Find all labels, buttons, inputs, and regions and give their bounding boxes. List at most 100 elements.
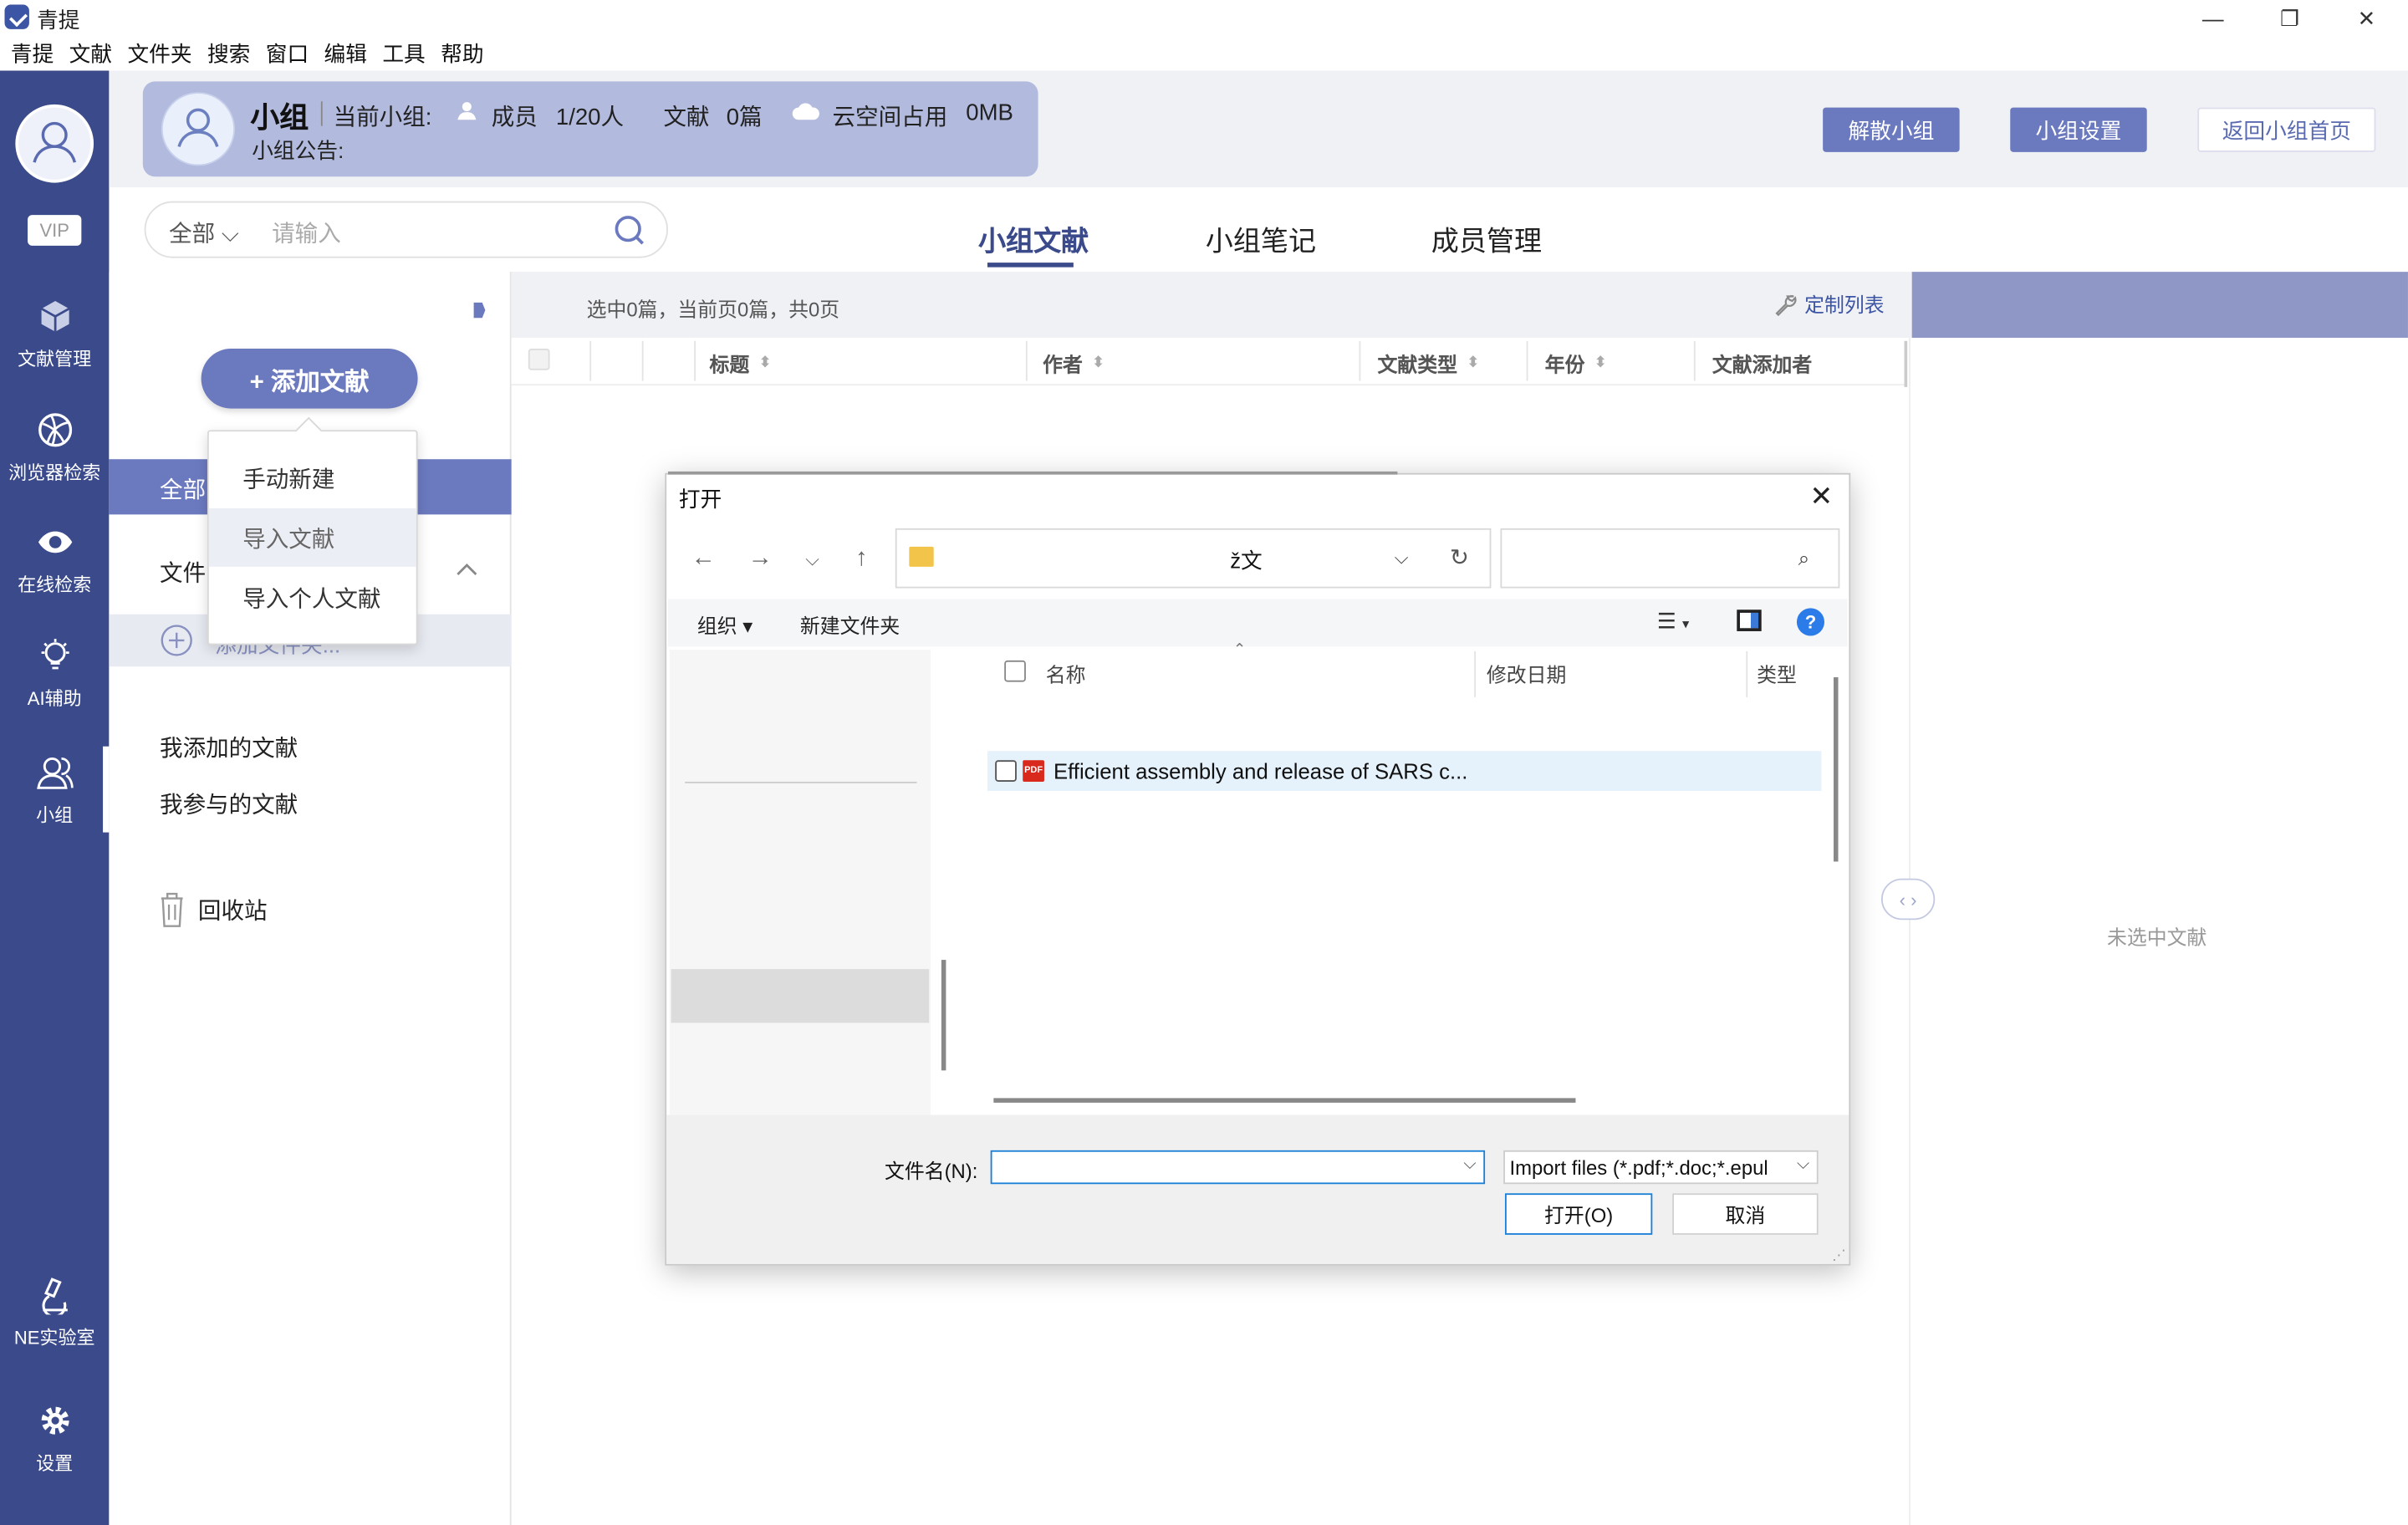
add-literature-button[interactable]: + 添加文献 <box>201 348 418 409</box>
column-divider <box>1693 340 1696 381</box>
group-settings-button[interactable]: 小组设置 <box>2010 107 2147 152</box>
chevron-down-icon[interactable]: ⌵ <box>1797 1155 1809 1175</box>
menu-item-folder[interactable]: 文件夹 <box>120 38 200 69</box>
select-all-checkbox[interactable] <box>528 348 550 370</box>
rail-item-group[interactable]: 小组 <box>0 752 109 860</box>
vip-badge[interactable]: VIP <box>28 215 82 246</box>
file-name: Efficient assembly and release of SARS c… <box>1053 758 1468 783</box>
menu-item-edit[interactable]: 编辑 <box>316 38 375 69</box>
menu-item-window[interactable]: 窗口 <box>258 38 317 69</box>
help-icon[interactable]: ? <box>1796 608 1824 636</box>
rail-label: 在线检索 <box>18 574 92 596</box>
rail-item-literature[interactable]: 文献管理 <box>0 297 109 405</box>
divider <box>320 101 323 126</box>
column-header-added-by[interactable]: 文献添加者 <box>1712 349 1812 378</box>
dialog-progress-line <box>667 471 1398 475</box>
dialog-title: 打开 <box>678 487 722 512</box>
view-options-icon[interactable]: ☰ ▾ <box>1657 608 1690 634</box>
rail-label: 浏览器检索 <box>8 462 101 484</box>
menu-item-manual-create[interactable]: 手动新建 <box>209 448 416 507</box>
menu-item-search[interactable]: 搜索 <box>200 38 258 69</box>
column-divider <box>641 340 644 381</box>
column-divider <box>1359 340 1361 381</box>
organize-menu[interactable]: 组织 ▾ <box>697 609 752 639</box>
column-header-modified[interactable]: 修改日期 <box>1487 659 1567 688</box>
rail-label: 小组 <box>36 804 74 827</box>
custom-list-button[interactable]: 定制列表 <box>1773 288 1885 318</box>
open-button[interactable]: 打开(O) <box>1504 1193 1653 1235</box>
file-checkbox[interactable] <box>995 760 1017 782</box>
sort-caret-icon: ⌃ <box>1232 641 1247 660</box>
column-header-title[interactable]: 标题 ⬍ <box>710 349 772 378</box>
members-label: 成员 <box>491 104 538 131</box>
panel-collapse-toggle[interactable]: ‹ › <box>1880 878 1936 921</box>
gear-icon <box>40 1406 69 1435</box>
menu-item-import-literature[interactable]: 导入文献 <box>208 508 416 567</box>
my-joined-literature-link[interactable]: 我参与的文献 <box>160 788 298 820</box>
column-divider <box>589 340 592 381</box>
column-header-doc-type[interactable]: 文献类型 ⬍ <box>1378 349 1480 378</box>
storage-label: 云空间占用 <box>832 104 948 131</box>
cloud-icon <box>791 101 822 121</box>
search-scope-dropdown[interactable]: 全部 ⌵ <box>169 217 239 249</box>
recent-dropdown-icon[interactable]: ⌵ <box>797 545 828 573</box>
menu-item-qingti[interactable]: 青提 <box>3 38 62 69</box>
rail-item-browser-search[interactable]: 浏览器检索 <box>0 410 109 518</box>
resize-grip-icon[interactable]: ⋰ <box>1832 1247 1847 1262</box>
column-label: 文献添加者 <box>1712 353 1813 377</box>
forward-arrow-icon[interactable]: → <box>745 545 776 573</box>
minimize-button[interactable]: — <box>2175 0 2252 37</box>
dissolve-group-button[interactable]: 解散小组 <box>1823 107 1960 152</box>
navigation-selected-item[interactable] <box>671 969 930 1023</box>
filetype-select[interactable]: Import files (*.pdf;*.doc;*.epul <box>1503 1150 1819 1185</box>
filename-input[interactable] <box>990 1150 1486 1185</box>
rail-item-ne-lab[interactable]: NE实验室 <box>0 1275 109 1383</box>
rail-item-settings[interactable]: 设置 <box>0 1400 109 1508</box>
cancel-button[interactable]: 取消 <box>1672 1193 1819 1235</box>
dialog-close-button[interactable]: ✕ <box>1806 480 1837 512</box>
maximize-button[interactable]: ❐ <box>2252 0 2329 37</box>
menu-item-help[interactable]: 帮助 <box>433 38 492 69</box>
column-header-type[interactable]: 类型 <box>1757 659 1797 688</box>
menu-item-tools[interactable]: 工具 <box>375 38 433 69</box>
rail-item-online-search[interactable]: 在线检索 <box>0 523 109 630</box>
menu-item-literature[interactable]: 文献 <box>61 38 120 69</box>
my-added-literature-link[interactable]: 我添加的文献 <box>160 731 298 763</box>
tab-group-docs[interactable]: 小组文献 <box>978 220 1089 260</box>
chevron-down-icon[interactable]: ⌵ <box>1395 547 1409 570</box>
new-folder-button[interactable]: 新建文件夹 <box>800 609 900 639</box>
back-arrow-icon[interactable]: ← <box>688 545 719 573</box>
trash-link[interactable]: 回收站 <box>198 894 268 926</box>
select-all-files-checkbox[interactable] <box>1004 660 1026 682</box>
search-icon[interactable] <box>613 213 646 247</box>
search-input[interactable]: 请输入 <box>272 217 341 249</box>
bulb-icon <box>40 639 69 670</box>
column-header-author[interactable]: 作者 ⬍ <box>1043 349 1105 378</box>
close-icon: ✕ <box>1809 480 1834 511</box>
menu-item-import-personal-literature[interactable]: 导入个人文献 <box>209 569 416 627</box>
user-avatar[interactable] <box>15 104 94 183</box>
chevron-down-icon[interactable]: ⌵ <box>1463 1155 1476 1175</box>
close-window-button[interactable]: ✕ <box>2328 0 2405 37</box>
group-avatar <box>161 92 236 166</box>
refresh-icon[interactable]: ↻ <box>1450 543 1469 571</box>
up-arrow-icon[interactable]: ↑ <box>846 545 877 573</box>
chevron-up-icon[interactable] <box>455 559 479 581</box>
column-label: 标题 <box>709 353 750 377</box>
dialog-search-input[interactable] <box>1500 528 1840 589</box>
tab-member-management[interactable]: 成员管理 <box>1431 220 1542 260</box>
scrollbar[interactable] <box>1904 340 1908 387</box>
column-header-year[interactable]: 年份 ⬍ <box>1545 349 1607 378</box>
horizontal-scrollbar[interactable] <box>993 1098 1576 1103</box>
rail-item-ai-assist[interactable]: AI辅助 <box>0 635 109 743</box>
pin-icon[interactable] <box>457 295 491 326</box>
tab-group-notes[interactable]: 小组笔记 <box>1206 220 1316 260</box>
vertical-scrollbar[interactable] <box>1834 677 1839 862</box>
column-header-name[interactable]: 名称 <box>1046 659 1086 688</box>
scrollbar[interactable] <box>941 960 946 1071</box>
back-to-group-home-button[interactable]: 返回小组首页 <box>2197 107 2376 152</box>
selection-info: 选中0篇，当前页0篇，共0页 <box>586 298 840 321</box>
microscope-icon <box>41 1278 67 1315</box>
member-icon <box>456 99 477 121</box>
preview-pane-icon[interactable] <box>1737 609 1762 631</box>
